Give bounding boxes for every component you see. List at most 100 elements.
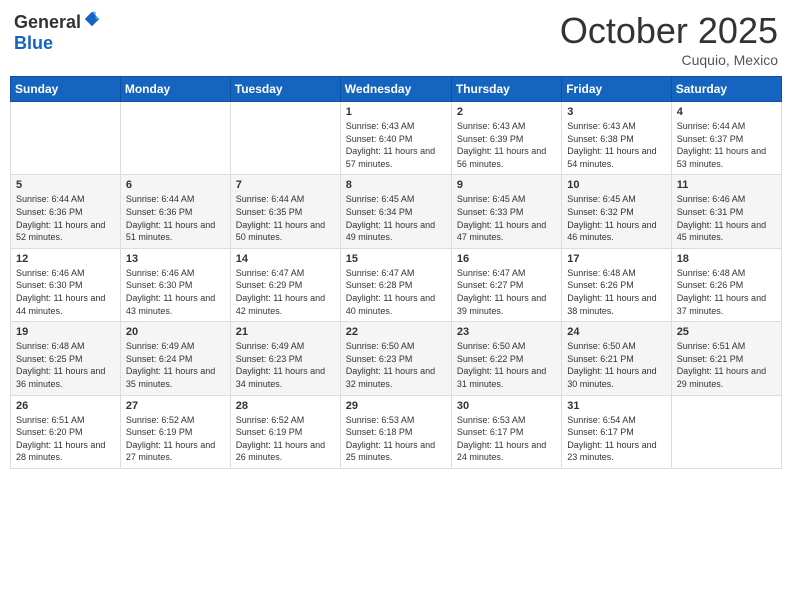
calendar-day-cell: 12Sunrise: 6:46 AMSunset: 6:30 PMDayligh… (11, 248, 121, 321)
calendar-day-cell: 15 Sunrise: 6:47 AMSunset: 6:28 PMDayligh… (340, 248, 451, 321)
day-info: Sunrise: 6:49 AMSunset: 6:23 PMDaylight:… (236, 340, 335, 390)
calendar-day-cell: 27 Sunrise: 6:52 AMSunset: 6:19 PMDayligh… (120, 395, 230, 468)
day-info: Sunrise: 6:43 AMSunset: 6:38 PMDaylight:… (567, 120, 665, 170)
weekday-header-saturday: Saturday (671, 77, 781, 102)
calendar-day-cell: 30 Sunrise: 6:53 AMSunset: 6:17 PMDayligh… (451, 395, 561, 468)
day-info: Sunrise: 6:52 AMSunset: 6:19 PMDaylight:… (126, 414, 225, 464)
day-info: Sunrise: 6:49 AMSunset: 6:24 PMDaylight:… (126, 340, 225, 390)
calendar-day-cell: 22Sunrise: 6:50 AMSunset: 6:23 PMDayligh… (340, 322, 451, 395)
day-info: Sunrise: 6:53 AMSunset: 6:17 PMDaylight:… (457, 414, 556, 464)
day-number: 6 (126, 179, 225, 191)
day-number: 4 (677, 106, 776, 118)
calendar-day-cell: 16 Sunrise: 6:47 AMSunset: 6:27 PMDayligh… (451, 248, 561, 321)
weekday-header-thursday: Thursday (451, 77, 561, 102)
calendar-day-cell (671, 395, 781, 468)
calendar-day-cell: 13Sunrise: 6:46 AMSunset: 6:30 PMDayligh… (120, 248, 230, 321)
calendar-day-cell: 9 Sunrise: 6:45 AMSunset: 6:33 PMDaylight… (451, 175, 561, 248)
day-number: 2 (457, 106, 556, 118)
day-info: Sunrise: 6:45 AMSunset: 6:33 PMDaylight:… (457, 193, 556, 243)
day-number: 15 (346, 253, 446, 265)
calendar-week-1: 1 Sunrise: 6:43 AMSunset: 6:40 PMDaylight… (11, 102, 782, 175)
day-number: 31 (567, 400, 665, 412)
calendar-day-cell: 11Sunrise: 6:46 AMSunset: 6:31 PMDayligh… (671, 175, 781, 248)
calendar-day-cell: 17Sunrise: 6:48 AMSunset: 6:26 PMDayligh… (562, 248, 671, 321)
day-number: 10 (567, 179, 665, 191)
calendar-day-cell: 7Sunrise: 6:44 AMSunset: 6:35 PMDaylight… (230, 175, 340, 248)
day-info: Sunrise: 6:47 AMSunset: 6:29 PMDaylight:… (236, 267, 335, 317)
day-number: 8 (346, 179, 446, 191)
day-number: 19 (16, 326, 115, 338)
day-number: 1 (346, 106, 446, 118)
day-info: Sunrise: 6:44 AMSunset: 6:37 PMDaylight:… (677, 120, 776, 170)
calendar-table: SundayMondayTuesdayWednesdayThursdayFrid… (10, 76, 782, 469)
day-number: 30 (457, 400, 556, 412)
day-info: Sunrise: 6:43 AMSunset: 6:40 PMDaylight:… (346, 120, 446, 170)
day-number: 22 (346, 326, 446, 338)
calendar-day-cell: 1 Sunrise: 6:43 AMSunset: 6:40 PMDaylight… (340, 102, 451, 175)
calendar-day-cell: 14 Sunrise: 6:47 AMSunset: 6:29 PMDayligh… (230, 248, 340, 321)
day-info: Sunrise: 6:50 AMSunset: 6:21 PMDaylight:… (567, 340, 665, 390)
day-info: Sunrise: 6:45 AMSunset: 6:32 PMDaylight:… (567, 193, 665, 243)
day-number: 11 (677, 179, 776, 191)
day-number: 17 (567, 253, 665, 265)
logo-text: General Blue (14, 10, 101, 54)
calendar-day-cell: 31Sunrise: 6:54 AMSunset: 6:17 PMDayligh… (562, 395, 671, 468)
day-number: 24 (567, 326, 665, 338)
day-number: 21 (236, 326, 335, 338)
calendar-day-cell: 4 Sunrise: 6:44 AMSunset: 6:37 PMDaylight… (671, 102, 781, 175)
day-number: 18 (677, 253, 776, 265)
day-number: 27 (126, 400, 225, 412)
day-info: Sunrise: 6:52 AMSunset: 6:19 PMDaylight:… (236, 414, 335, 464)
calendar-day-cell: 21 Sunrise: 6:49 AMSunset: 6:23 PMDayligh… (230, 322, 340, 395)
day-number: 12 (16, 253, 115, 265)
weekday-header-wednesday: Wednesday (340, 77, 451, 102)
calendar-day-cell: 28 Sunrise: 6:52 AMSunset: 6:19 PMDayligh… (230, 395, 340, 468)
calendar-day-cell: 20Sunrise: 6:49 AMSunset: 6:24 PMDayligh… (120, 322, 230, 395)
calendar-week-5: 26 Sunrise: 6:51 AMSunset: 6:20 PMDayligh… (11, 395, 782, 468)
calendar-week-2: 5 Sunrise: 6:44 AMSunset: 6:36 PMDaylight… (11, 175, 782, 248)
day-info: Sunrise: 6:44 AMSunset: 6:35 PMDaylight:… (236, 193, 335, 243)
calendar-day-cell: 19 Sunrise: 6:48 AMSunset: 6:25 PMDayligh… (11, 322, 121, 395)
day-info: Sunrise: 6:50 AMSunset: 6:22 PMDaylight:… (457, 340, 556, 390)
calendar-day-cell: 5 Sunrise: 6:44 AMSunset: 6:36 PMDaylight… (11, 175, 121, 248)
day-number: 14 (236, 253, 335, 265)
day-info: Sunrise: 6:48 AMSunset: 6:25 PMDaylight:… (16, 340, 115, 390)
calendar-day-cell (230, 102, 340, 175)
weekday-header-friday: Friday (562, 77, 671, 102)
weekday-header-tuesday: Tuesday (230, 77, 340, 102)
day-info: Sunrise: 6:48 AMSunset: 6:26 PMDaylight:… (677, 267, 776, 317)
logo-general: General (14, 12, 81, 32)
day-info: Sunrise: 6:45 AMSunset: 6:34 PMDaylight:… (346, 193, 446, 243)
page-header: General Blue October 2025 Cuquio, Mexico (10, 10, 782, 68)
day-info: Sunrise: 6:53 AMSunset: 6:18 PMDaylight:… (346, 414, 446, 464)
calendar-day-cell: 26 Sunrise: 6:51 AMSunset: 6:20 PMDayligh… (11, 395, 121, 468)
day-number: 25 (677, 326, 776, 338)
calendar-day-cell: 3Sunrise: 6:43 AMSunset: 6:38 PMDaylight… (562, 102, 671, 175)
day-info: Sunrise: 6:47 AMSunset: 6:28 PMDaylight:… (346, 267, 446, 317)
calendar-day-cell (11, 102, 121, 175)
weekday-header-row: SundayMondayTuesdayWednesdayThursdayFrid… (11, 77, 782, 102)
calendar-day-cell: 2 Sunrise: 6:43 AMSunset: 6:39 PMDaylight… (451, 102, 561, 175)
calendar-day-cell: 25 Sunrise: 6:51 AMSunset: 6:21 PMDayligh… (671, 322, 781, 395)
day-info: Sunrise: 6:43 AMSunset: 6:39 PMDaylight:… (457, 120, 556, 170)
day-info: Sunrise: 6:47 AMSunset: 6:27 PMDaylight:… (457, 267, 556, 317)
day-number: 28 (236, 400, 335, 412)
calendar-day-cell: 18 Sunrise: 6:48 AMSunset: 6:26 PMDayligh… (671, 248, 781, 321)
calendar-day-cell: 10 Sunrise: 6:45 AMSunset: 6:32 PMDayligh… (562, 175, 671, 248)
day-number: 16 (457, 253, 556, 265)
calendar-day-cell: 23 Sunrise: 6:50 AMSunset: 6:22 PMDayligh… (451, 322, 561, 395)
day-info: Sunrise: 6:44 AMSunset: 6:36 PMDaylight:… (16, 193, 115, 243)
weekday-header-sunday: Sunday (11, 77, 121, 102)
day-number: 26 (16, 400, 115, 412)
day-number: 5 (16, 179, 115, 191)
day-info: Sunrise: 6:44 AMSunset: 6:36 PMDaylight:… (126, 193, 225, 243)
calendar-day-cell (120, 102, 230, 175)
day-number: 23 (457, 326, 556, 338)
logo: General Blue (14, 10, 101, 54)
day-info: Sunrise: 6:51 AMSunset: 6:20 PMDaylight:… (16, 414, 115, 464)
day-number: 9 (457, 179, 556, 191)
day-info: Sunrise: 6:51 AMSunset: 6:21 PMDaylight:… (677, 340, 776, 390)
location: Cuquio, Mexico (560, 52, 778, 68)
day-number: 13 (126, 253, 225, 265)
calendar-day-cell: 29Sunrise: 6:53 AMSunset: 6:18 PMDayligh… (340, 395, 451, 468)
